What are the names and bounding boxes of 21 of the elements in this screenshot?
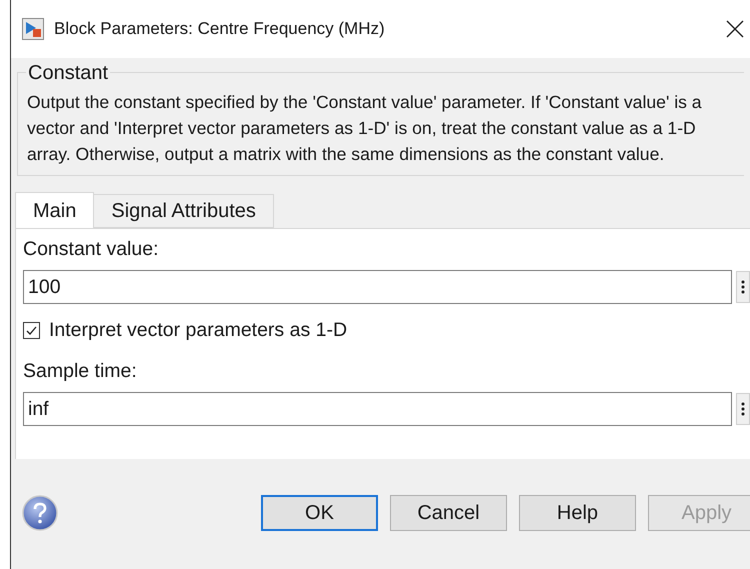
vertical-dots-icon — [741, 280, 745, 294]
dialog-button[interactable]: Cancel — [390, 495, 507, 531]
vertical-dots-icon — [741, 402, 745, 416]
input-field[interactable]: 100 — [23, 270, 732, 304]
dialog-button[interactable]: Help — [519, 495, 636, 531]
window-title: Block Parameters: Centre Frequency (MHz) — [54, 18, 385, 40]
tab[interactable]: Main — [15, 192, 94, 228]
block-icon — [22, 18, 44, 40]
checkbox[interactable] — [23, 322, 40, 340]
help-icon[interactable] — [22, 495, 58, 531]
field-label: Sample time: — [23, 359, 138, 384]
checkbox-label: Interpret vector parameters as 1-D — [49, 318, 348, 343]
input-field[interactable]: inf — [23, 392, 732, 426]
tab[interactable]: Signal Attributes — [94, 194, 274, 228]
dialog-button[interactable]: OK — [261, 495, 378, 531]
close-icon[interactable] — [726, 20, 744, 38]
checkmark-icon — [25, 324, 38, 338]
block-description: Output the constant specified by the 'Constant value' parameter. If 'Constant value' is a vector and 'Interpret vector parameters as 1-D' is on, treat the constant value as a 1-D array. Otherwise, output a matrix with the same dimensions as the constant value. — [27, 91, 703, 166]
field-label: Constant value: — [23, 237, 160, 261]
more-options-button[interactable] — [736, 271, 750, 303]
more-options-button[interactable] — [736, 393, 750, 426]
